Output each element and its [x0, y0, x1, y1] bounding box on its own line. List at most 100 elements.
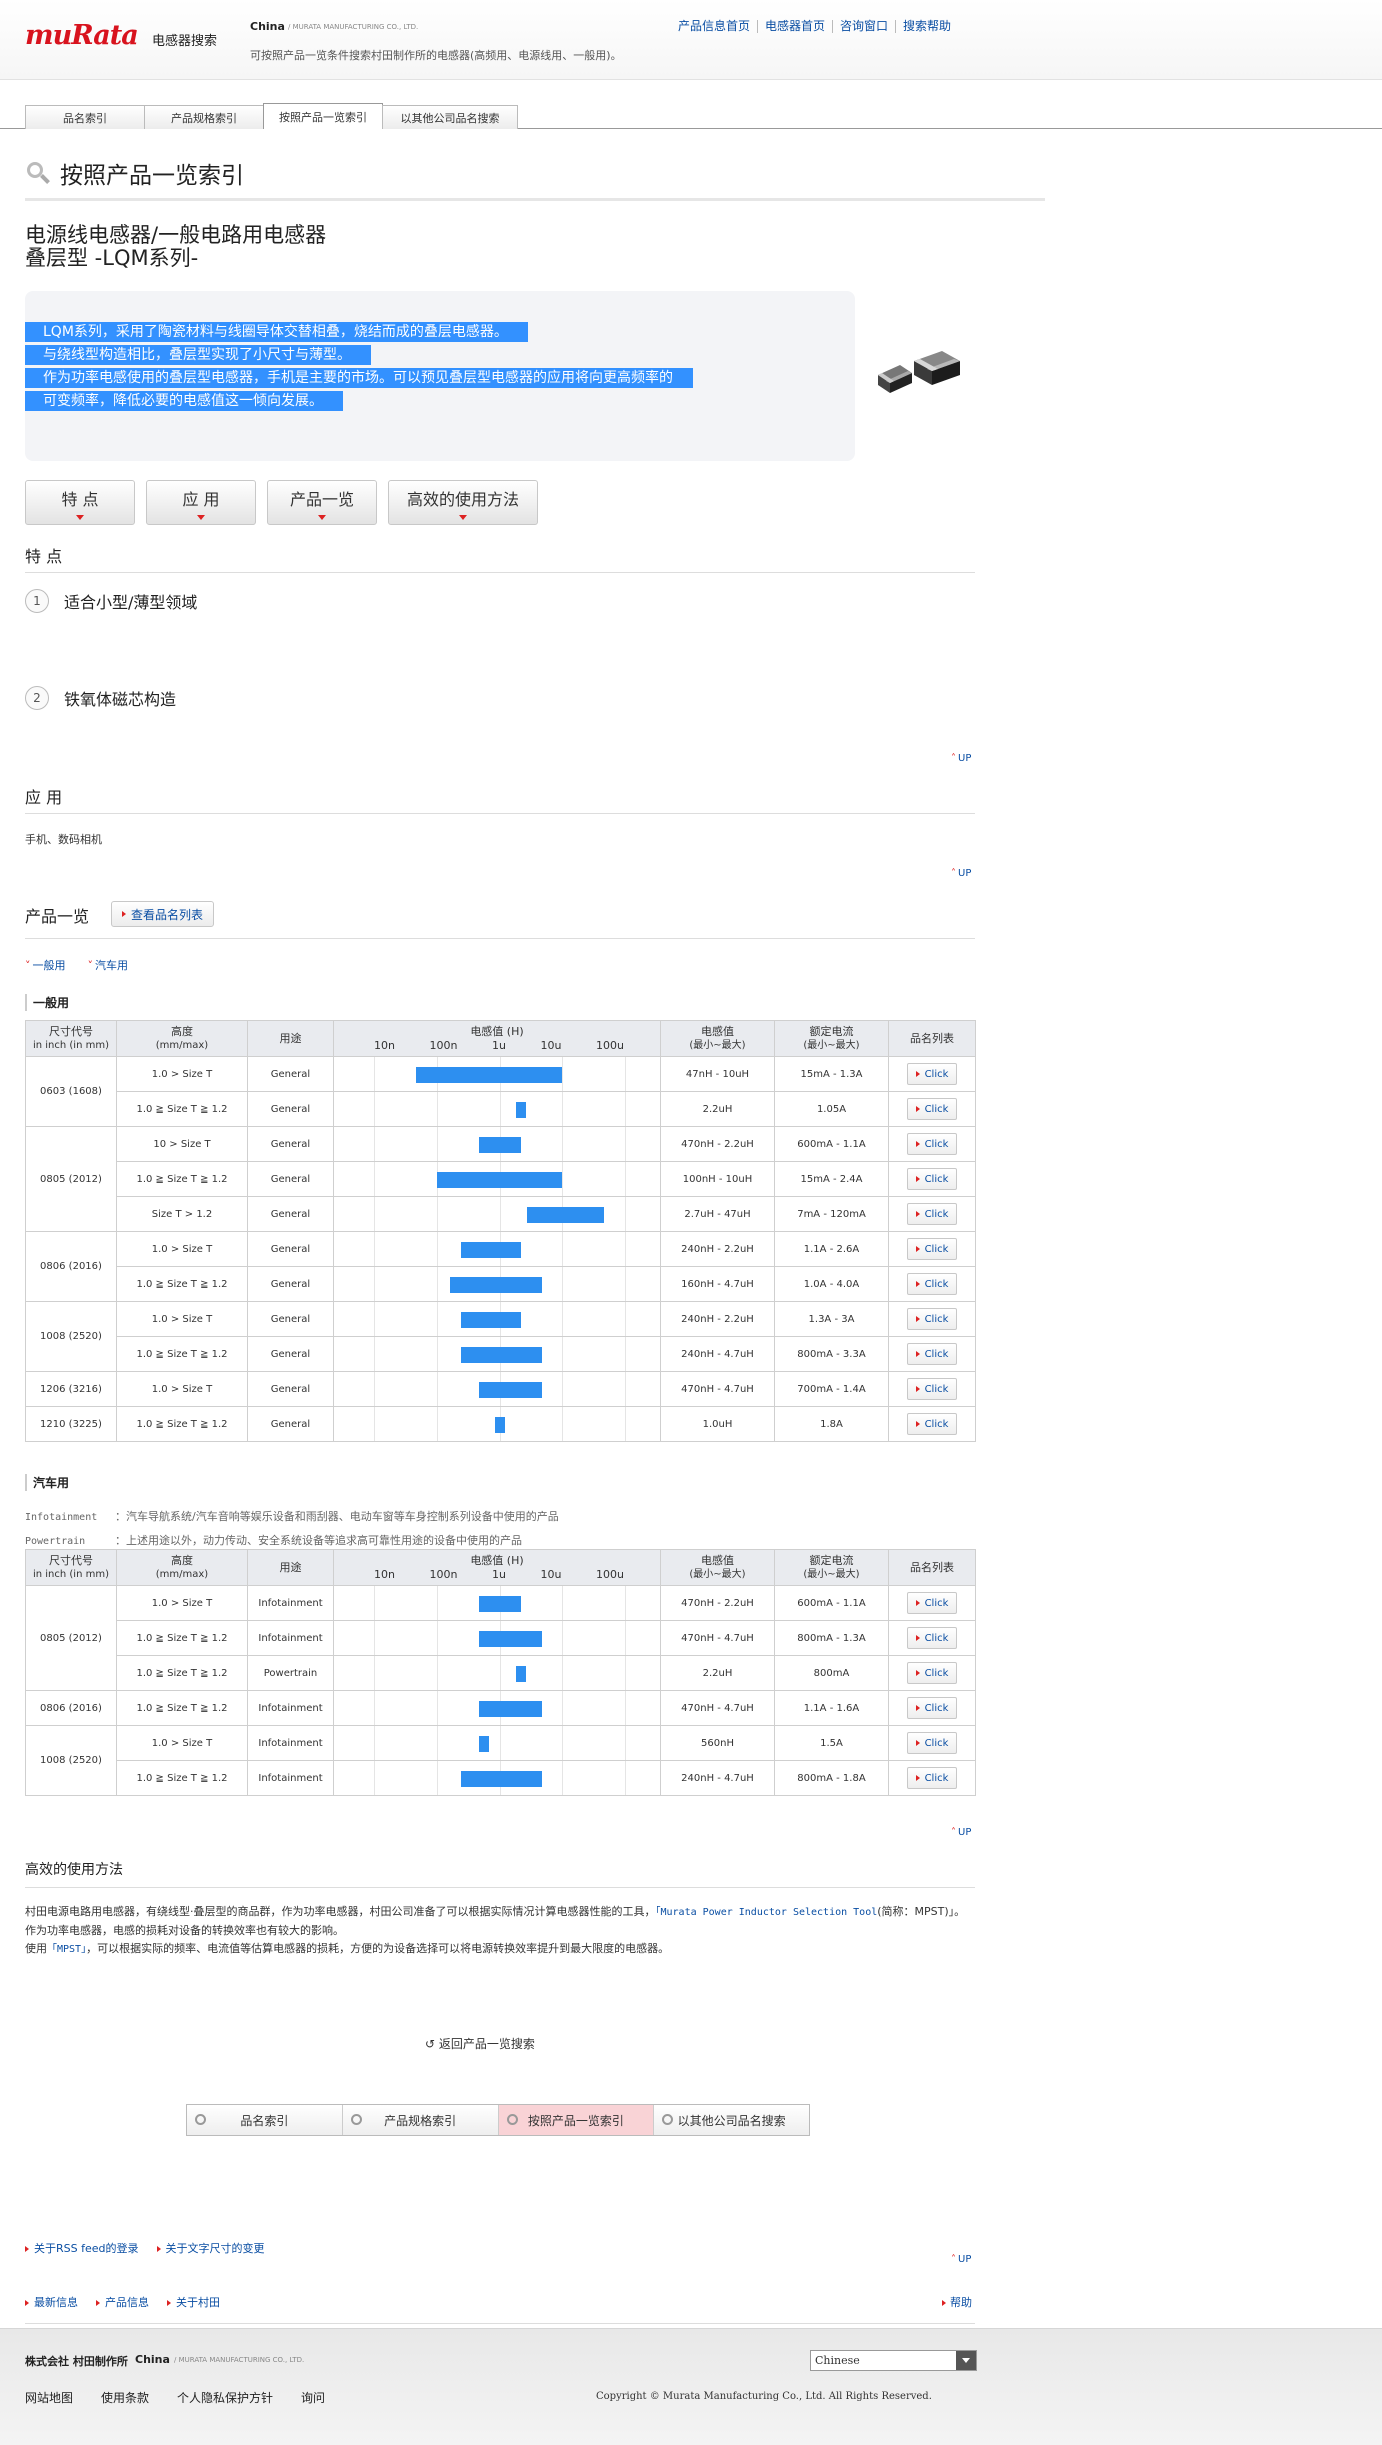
about-murata-link[interactable]: 关于村田: [167, 2294, 220, 2310]
anchor-product-list-button[interactable]: 产品一览: [267, 480, 377, 525]
up-link[interactable]: UP: [951, 1827, 971, 1838]
part-list-click-button[interactable]: Click: [906, 1343, 958, 1365]
header-link-inductor-home[interactable]: 电感器首页: [757, 20, 832, 33]
inductance-chart-cell: [333, 1161, 661, 1197]
murata-logo[interactable]: muRata: [25, 20, 139, 51]
news-link[interactable]: 最新信息: [25, 2294, 78, 2310]
tab-spec-search[interactable]: 产品规格索引: [144, 105, 264, 129]
range-cell: 470nH - 4.7uH: [660, 1620, 775, 1656]
part-list-click-button[interactable]: Click: [906, 1627, 958, 1649]
anchor-usage-button[interactable]: 高效的使用方法: [388, 480, 538, 525]
col-part-list: 品名列表: [888, 1020, 976, 1057]
part-list-click-button[interactable]: Click: [906, 1378, 958, 1400]
part-list-click-button[interactable]: Click: [906, 1063, 958, 1085]
part-list-click-button[interactable]: Click: [906, 1732, 958, 1754]
part-list-click-button[interactable]: Click: [906, 1697, 958, 1719]
part-list-click-button[interactable]: Click: [906, 1308, 958, 1330]
inductance-chart-cell: [333, 1620, 661, 1656]
part-list-click-button[interactable]: Click: [906, 1133, 958, 1155]
part-list-click-button[interactable]: Click: [906, 1413, 958, 1435]
header-link-search-help[interactable]: 搜索帮助: [895, 20, 958, 33]
help-link[interactable]: 帮助: [942, 2294, 972, 2310]
inductance-range-bar: [460, 1347, 542, 1363]
view-part-list-button[interactable]: 查看品名列表: [111, 901, 215, 927]
bottom-search-label: 按照产品一览索引: [527, 2113, 624, 2128]
usage-text-span: (简称：MPST)」。: [877, 1905, 966, 1918]
anchor-applications-button[interactable]: 应 用: [146, 480, 256, 525]
part-list-click-button[interactable]: Click: [906, 1273, 958, 1295]
part-list-cell: Click: [888, 1231, 976, 1267]
mpst-short-link[interactable]: 「MPST」: [47, 1944, 86, 1955]
part-list-click-button[interactable]: Click: [906, 1203, 958, 1225]
range-cell: 560nH: [660, 1725, 775, 1761]
tab-cross-reference[interactable]: 以其他公司品名搜索: [382, 105, 518, 129]
bottom-search-spec[interactable]: 产品规格索引: [343, 2105, 499, 2135]
part-list-click-button[interactable]: Click: [906, 1098, 958, 1120]
header-link-contact[interactable]: 咨询窗口: [832, 20, 895, 33]
range-cell: 47nH - 10uH: [660, 1056, 775, 1092]
category-link-general[interactable]: 一般用: [25, 957, 66, 973]
part-list-click-button[interactable]: Click: [906, 1238, 958, 1260]
back-to-product-list-link[interactable]: ↺ 返回产品一览搜索: [425, 2035, 535, 2052]
col-use: 用途: [247, 1549, 334, 1586]
up-link[interactable]: UP: [951, 2254, 971, 2265]
intro-line: LQM系列，采用了陶瓷材料与线圈导体交替相叠，烧结而成的叠层电感器。: [25, 322, 528, 342]
height-cell: 1.0 ≧ Size T ≧ 1.2: [116, 1690, 248, 1726]
intro-line: 作为功率电感使用的叠层型电感器，手机是主要的市场。可以预见叠层型电感器的应用将向…: [25, 368, 693, 388]
search-icon: [350, 2114, 362, 2125]
font-size-link[interactable]: 关于文字尺寸的变更: [157, 2240, 265, 2256]
up-link[interactable]: UP: [951, 753, 971, 764]
header-links: 产品信息首页 电感器首页 咨询窗口 搜索帮助: [678, 20, 958, 33]
table-row: 1206 (3216) 1.0 > Size T General 470nH - 4.…: [25, 1371, 976, 1407]
bottom-search-part-number[interactable]: 品名索引: [187, 2105, 343, 2135]
inductance-range-bar: [416, 1067, 563, 1083]
part-list-click-button[interactable]: Click: [906, 1592, 958, 1614]
footer-link-terms[interactable]: 使用条款: [101, 2389, 149, 2406]
footer-region-sub: / MURATA MANUFACTURING CO., LTD.: [174, 2356, 305, 2364]
part-list-cell: Click: [888, 1056, 976, 1092]
size-cell: 1008 (2520): [25, 1725, 117, 1796]
copyright: Copyright © Murata Manufacturing Co., Lt…: [596, 2391, 932, 2402]
chart-grid: [334, 1092, 660, 1126]
part-list-click-button[interactable]: Click: [906, 1662, 958, 1684]
part-list-click-button[interactable]: Click: [906, 1767, 958, 1789]
current-cell: 800mA - 1.3A: [774, 1620, 889, 1656]
inductance-range-bar: [515, 1102, 526, 1118]
anchor-label: 高效的使用方法: [406, 489, 519, 509]
part-list-cell: Click: [888, 1690, 976, 1726]
anchor-label: 应 用: [182, 489, 220, 509]
table-row: 0603 (1608) 1.0 > Size T General 47nH - 10u…: [25, 1056, 976, 1127]
automotive-notes: Infotainment ：汽车导航系统/汽车音响等娱乐设备和雨刮器、电动车窗等车…: [25, 1505, 559, 1553]
footer-region: China: [135, 2353, 170, 2366]
footer-company-name: 株式会社 村田制作所: [25, 2355, 128, 2368]
part-list-click-button[interactable]: Click: [906, 1168, 958, 1190]
table-row: 0806 (2016) 1.0 ≧ Size T ≧ 1.2 Infotainmen…: [25, 1690, 976, 1726]
footer-nav: 网站地图 使用条款 个人隐私保护方针 询问: [25, 2389, 353, 2406]
anchor-label: 产品一览: [289, 489, 354, 509]
footer-link-inquiry[interactable]: 询问: [301, 2389, 325, 2406]
category-link-automotive[interactable]: 汽车用: [88, 957, 128, 973]
header-sub: (最小~最大): [689, 1039, 746, 1051]
rss-link[interactable]: 关于RSS feed的登录: [25, 2240, 139, 2256]
footer-link-privacy[interactable]: 个人隐私保护方针: [177, 2389, 273, 2406]
mpst-link[interactable]: 「Murata Power Inductor Selection Tool: [656, 1907, 878, 1918]
anchor-features-button[interactable]: 特 点: [25, 480, 135, 525]
footer-link-sitemap[interactable]: 网站地图: [25, 2389, 73, 2406]
size-cell: 0805 (2012): [25, 1585, 117, 1691]
size-cell: 0806 (2016): [25, 1231, 117, 1302]
tab-product-list[interactable]: 按照产品一览索引: [263, 103, 383, 129]
language-select[interactable]: Chinese: [810, 2350, 977, 2371]
note-text: ：汽车导航系统/汽车音响等娱乐设备和雨刮器、电动车窗等车身控制系列设备中使用的产…: [115, 1510, 559, 1523]
current-cell: 800mA: [774, 1655, 889, 1691]
tab-part-number[interactable]: 品名索引: [25, 105, 145, 129]
use-cell: Infotainment: [247, 1690, 334, 1726]
bottom-search-cross-reference[interactable]: 以其他公司品名搜索: [654, 2105, 809, 2135]
header-link-product-info[interactable]: 产品信息首页: [678, 20, 757, 33]
bottom-search-product-list[interactable]: 按照产品一览索引: [498, 2105, 655, 2135]
col-range: 电感值 (最小~最大): [660, 1549, 775, 1586]
scale-tick: 10u: [540, 1038, 562, 1052]
chart-grid: [334, 1197, 660, 1231]
up-link[interactable]: UP: [951, 868, 971, 879]
product-info-link[interactable]: 产品信息: [96, 2294, 149, 2310]
header-label: 电感值 (H): [470, 1024, 524, 1038]
